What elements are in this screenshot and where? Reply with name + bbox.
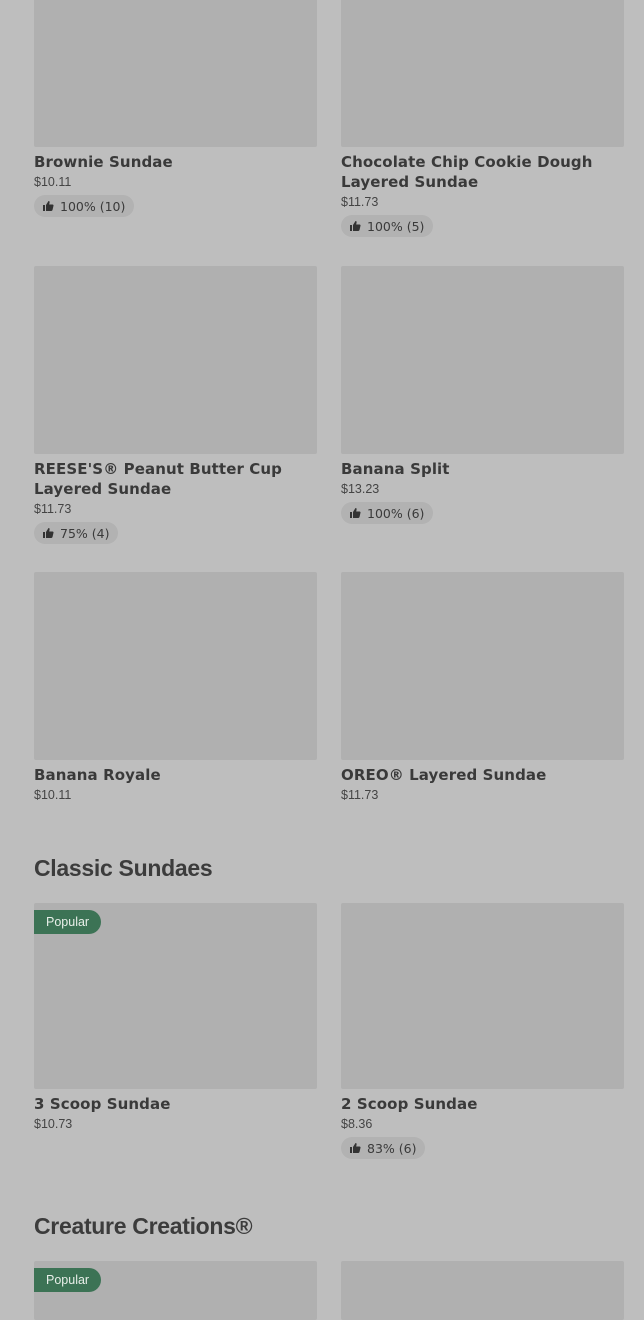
thumbs-up-icon [350, 1143, 361, 1153]
product-price: $11.73 [341, 788, 379, 802]
product-card[interactable]: Popular [34, 1261, 317, 1320]
rating-text: 100% (5) [367, 218, 425, 234]
rating-text: 100% (6) [367, 505, 425, 521]
product-name: Brownie Sundae [34, 153, 173, 171]
thumbs-up-icon [350, 221, 361, 231]
product-image[interactable] [341, 572, 624, 760]
product-card[interactable]: REESE'S® Peanut Butter Cup Layered Sunda… [34, 266, 317, 544]
popular-badge: Popular [34, 1268, 102, 1292]
rating-text: 83% (6) [367, 1140, 417, 1156]
product-name: 3 Scoop Sundae [34, 1095, 171, 1113]
product-image[interactable] [341, 903, 624, 1089]
rating-text: 75% (4) [60, 525, 110, 541]
product-image[interactable]: Popular [34, 903, 317, 1089]
section-title: Classic Sundaes [34, 855, 213, 881]
product-price: $10.11 [34, 175, 72, 189]
product-name: Chocolate Chip Cookie Dough Layered Sund… [341, 153, 593, 191]
product-name: REESE'S® Peanut Butter Cup Layered Sunda… [34, 460, 283, 498]
product-card[interactable]: Brownie Sundae $10.11 100% (10) [34, 0, 317, 237]
product-card[interactable]: Chocolate Chip Cookie Dough Layered Sund… [341, 0, 624, 237]
product-price: $10.11 [34, 788, 72, 802]
product-card[interactable]: Banana Royale $10.11 [34, 572, 317, 802]
rating-pill: 100% (5) [341, 215, 434, 237]
product-card[interactable]: Banana Split $13.23 100% (6) [341, 266, 624, 544]
product-card[interactable]: Popular 3 Scoop Sundae $10.73 [34, 903, 317, 1159]
product-card[interactable]: OREO® Layered Sundae $11.73 [341, 572, 624, 802]
rating-pill: 75% (4) [34, 522, 119, 544]
product-card[interactable] [341, 1261, 624, 1320]
rating-pill: 100% (10) [34, 195, 135, 217]
product-image[interactable] [341, 266, 624, 454]
product-image[interactable]: Popular [34, 1261, 317, 1320]
product-image[interactable] [34, 0, 317, 147]
product-price: $8.36 [341, 1117, 373, 1131]
thumbs-up-icon [43, 528, 54, 538]
product-price: $11.73 [34, 502, 72, 516]
product-image[interactable] [341, 0, 624, 147]
product-price: $13.23 [341, 482, 380, 496]
product-image[interactable] [34, 266, 317, 454]
product-card[interactable]: 2 Scoop Sundae $8.36 83% (6) [341, 903, 624, 1159]
product-name: Banana Royale [34, 766, 161, 784]
product-price: $10.73 [34, 1117, 73, 1131]
product-image[interactable] [341, 1261, 624, 1320]
product-name: OREO® Layered Sundae [341, 766, 547, 784]
thumbs-up-icon [43, 201, 54, 211]
section-title: Creature Creations® [34, 1213, 253, 1239]
product-image[interactable] [34, 572, 317, 760]
product-price: $11.73 [341, 195, 379, 209]
popular-badge: Popular [34, 910, 102, 934]
product-name: 2 Scoop Sundae [341, 1095, 478, 1113]
thumbs-up-icon [350, 508, 361, 518]
product-name: Banana Split [341, 460, 450, 478]
rating-pill: 100% (6) [341, 502, 434, 524]
rating-text: 100% (10) [60, 198, 126, 214]
rating-pill: 83% (6) [341, 1137, 426, 1159]
